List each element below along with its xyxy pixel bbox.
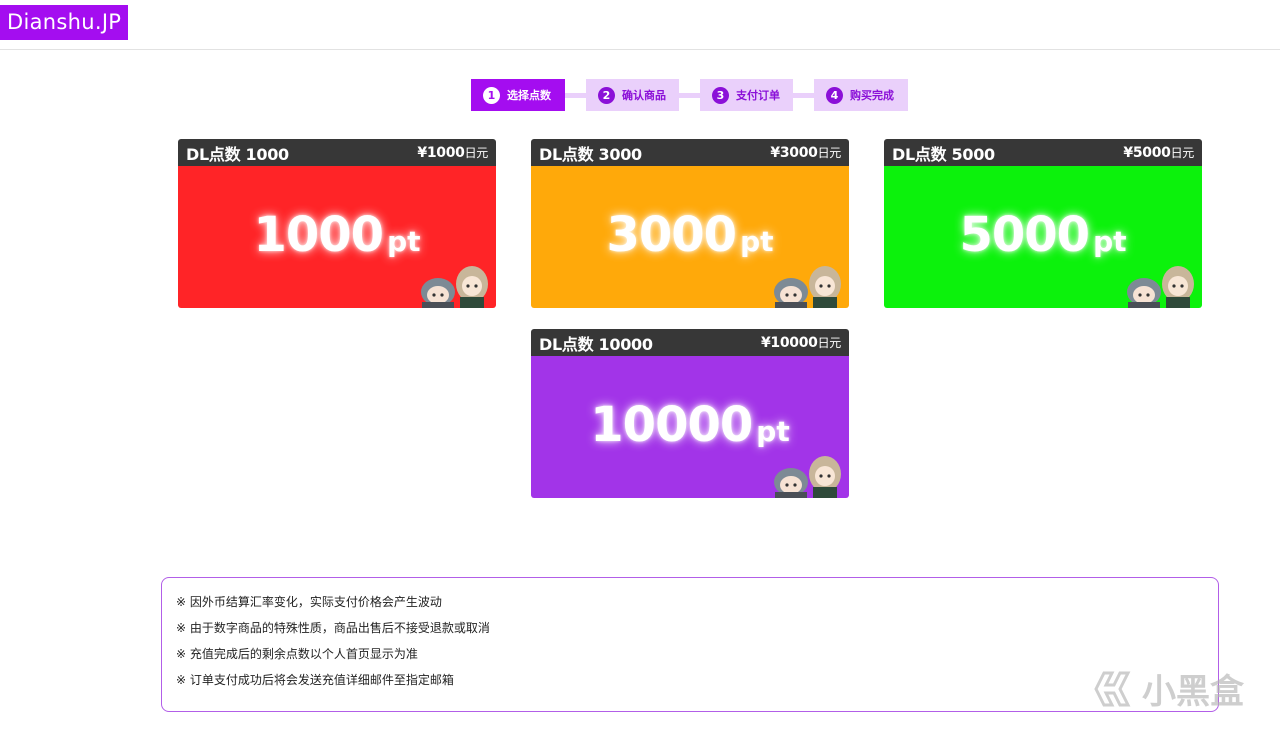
purchase-notice-box: ※ 因外币结算汇率变化，实际支付价格会产生波动 ※ 由于数字商品的特殊性质，商品…: [161, 577, 1219, 712]
price-value: ¥1000: [417, 145, 465, 161]
card-body: 5000 pt: [884, 166, 1202, 308]
card-header: DL点数 3000 ¥3000日元: [531, 139, 849, 166]
amount-number: 5000: [959, 206, 1090, 263]
points-card-3000[interactable]: DL点数 3000 ¥3000日元 3000 pt: [531, 139, 849, 308]
notice-line: ※ 订单支付成功后将会发送充值详细邮件至指定邮箱: [176, 673, 454, 687]
step-3-pay-order[interactable]: 3 支付订单: [700, 79, 793, 111]
amount-unit: pt: [756, 414, 790, 448]
price-value: ¥10000: [760, 335, 818, 351]
price-currency: 日元: [464, 146, 489, 160]
mascot-characters-icon: [1127, 266, 1194, 308]
card-title: DL点数 10000: [539, 334, 653, 354]
card-price: ¥1000日元: [417, 144, 488, 161]
amount-number: 1000: [253, 206, 384, 263]
step-4-purchase-complete[interactable]: 4 购买完成: [814, 79, 908, 111]
step-number: 2: [598, 86, 615, 104]
step-label: 确认商品: [622, 89, 666, 102]
points-card-5000[interactable]: DL点数 5000 ¥5000日元 5000 pt: [884, 139, 1202, 308]
price-value: ¥3000: [770, 145, 818, 161]
points-amount: 3000 pt: [606, 207, 773, 263]
step-label: 支付订单: [736, 89, 780, 102]
points-card-1000[interactable]: DL点数 1000 ¥1000日元 1000 pt: [178, 139, 496, 308]
notice-line: ※ 充值完成后的剩余点数以个人首页显示为准: [176, 647, 418, 661]
mascot-characters-icon: [774, 266, 841, 308]
points-amount: 5000 pt: [959, 207, 1126, 263]
amount-unit: pt: [1093, 224, 1127, 258]
points-card-10000[interactable]: DL点数 10000 ¥10000日元 10000 pt: [531, 329, 849, 498]
amount-number: 3000: [606, 206, 737, 263]
heybox-logo-icon: [1094, 671, 1131, 706]
card-price: ¥10000日元: [761, 334, 841, 351]
amount-unit: pt: [387, 224, 421, 258]
card-header: DL点数 5000 ¥5000日元: [884, 139, 1202, 166]
step-label: 购买完成: [850, 89, 894, 102]
step-number: 3: [712, 86, 729, 104]
price-currency: 日元: [817, 336, 842, 350]
points-amount: 10000 pt: [590, 397, 789, 453]
amount-unit: pt: [740, 224, 774, 258]
step-2-confirm-product[interactable]: 2 确认商品: [586, 79, 679, 111]
watermark: 小黑盒: [1092, 664, 1244, 713]
card-price: ¥3000日元: [770, 144, 841, 161]
points-amount: 1000 pt: [253, 207, 420, 263]
header: Dianshu.JP: [0, 0, 1280, 50]
price-value: ¥5000: [1123, 145, 1171, 161]
mascot-characters-icon: [421, 266, 488, 308]
step-label: 选择点数: [507, 89, 551, 102]
card-body: 3000 pt: [531, 166, 849, 308]
card-body: 10000 pt: [531, 356, 849, 498]
mascot-characters-icon: [774, 456, 841, 498]
card-title: DL点数 5000: [892, 144, 995, 164]
notice-line: ※ 由于数字商品的特殊性质，商品出售后不接受退款或取消: [176, 621, 490, 635]
price-currency: 日元: [817, 146, 842, 160]
watermark-text: 小黑盒: [1142, 672, 1244, 712]
amount-number: 10000: [590, 396, 753, 453]
price-currency: 日元: [1170, 146, 1195, 160]
site-logo[interactable]: Dianshu.JP: [0, 5, 129, 40]
card-header: DL点数 10000 ¥10000日元: [531, 329, 849, 356]
step-number: 1: [483, 86, 500, 104]
notice-line: ※ 因外币结算汇率变化，实际支付价格会产生波动: [176, 595, 442, 609]
card-title: DL点数 1000: [186, 144, 289, 164]
card-body: 1000 pt: [178, 166, 496, 308]
card-price: ¥5000日元: [1123, 144, 1194, 161]
step-1-select-points[interactable]: 1 选择点数: [471, 79, 565, 111]
step-number: 4: [826, 86, 843, 104]
card-header: DL点数 1000 ¥1000日元: [178, 139, 496, 166]
card-title: DL点数 3000: [539, 144, 642, 164]
